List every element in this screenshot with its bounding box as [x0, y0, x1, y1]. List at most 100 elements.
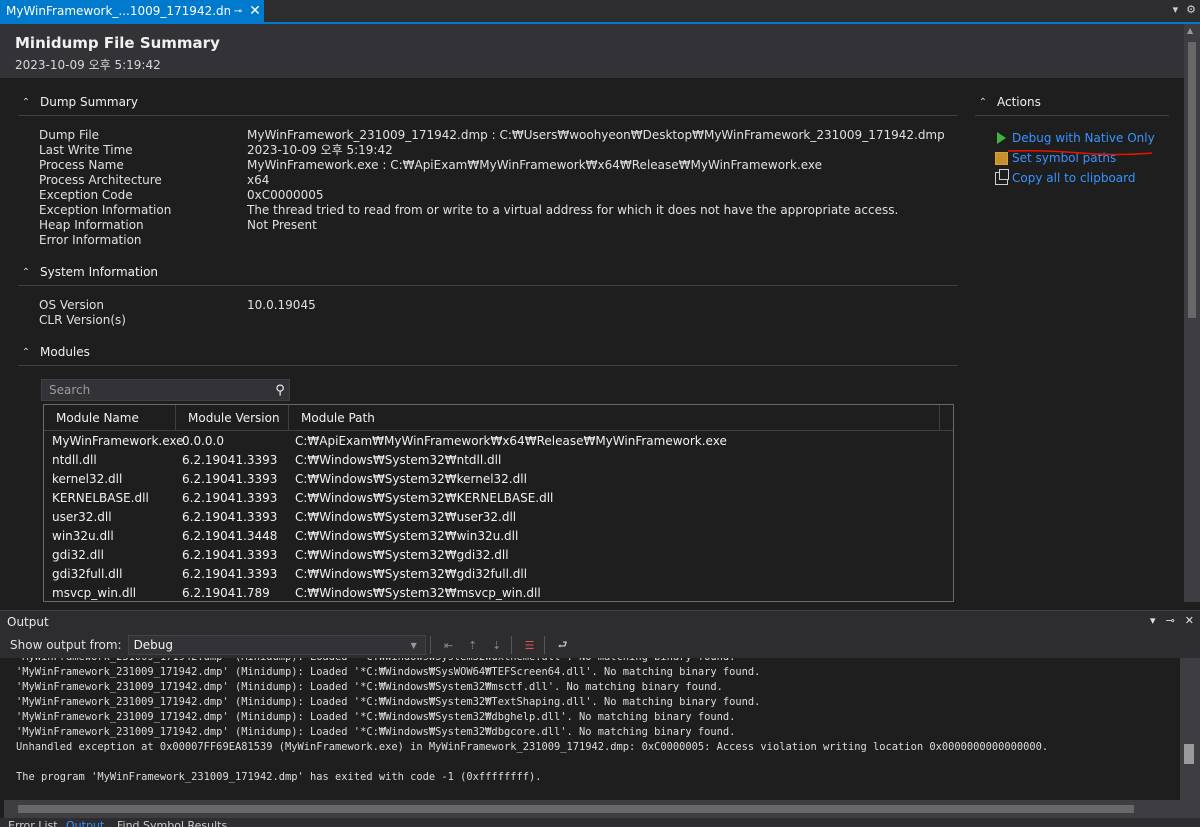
chevron-up-icon[interactable]: ⌃ — [977, 97, 989, 108]
module-name-cell: user32.dll — [52, 509, 112, 524]
module-name-cell: win32u.dll — [52, 528, 114, 543]
section-actions[interactable]: ⌃ Actions — [977, 95, 1041, 109]
module-name-cell: ntdll.dll — [52, 452, 97, 467]
pin-icon[interactable]: ⊸ — [230, 6, 246, 17]
info-value: Not Present — [247, 218, 317, 232]
next-message-icon[interactable]: ⇣ — [487, 636, 507, 654]
clear-all-icon[interactable]: ☰ — [520, 636, 540, 654]
modules-grid-header: Module Name Module Version Module Path — [44, 405, 953, 431]
tab-overflow-icon[interactable]: ▾ — [1173, 3, 1179, 16]
module-path-cell: C:₩ApiExam₩MyWinFramework₩x64₩Release₩My… — [295, 433, 727, 448]
main-scrollbar[interactable]: ▲ — [1184, 24, 1200, 602]
tab-error-list[interactable]: Error List — [8, 819, 58, 827]
module-version-cell: 0.0.0.0 — [182, 433, 224, 448]
section-dump-summary[interactable]: ⌃ Dump Summary — [20, 95, 138, 109]
chevron-up-icon[interactable]: ⌃ — [20, 347, 32, 358]
close-icon[interactable]: ✕ — [246, 3, 264, 19]
info-row: CLR Version(s) — [39, 313, 316, 328]
table-row[interactable]: win32u.dll 6.2.19041.3448 C:₩Windows₩Syste… — [44, 526, 953, 545]
copy-to-clipboard-link[interactable]: Copy all to clipboard — [995, 168, 1136, 185]
info-key: Process Architecture — [39, 173, 162, 187]
column-header-module-path[interactable]: Module Path — [289, 405, 940, 430]
copy-icon — [995, 168, 1009, 185]
table-row[interactable]: KERNELBASE.dll 6.2.19041.3393 C:₩Windows₩S… — [44, 488, 953, 507]
window-position-icon[interactable]: ▾ — [1150, 614, 1156, 627]
info-value: 0xC0000005 — [247, 188, 324, 202]
output-source-select[interactable]: Debug ▼ — [127, 635, 426, 655]
module-path-cell: C:₩Windows₩System32₩user32.dll — [295, 509, 517, 524]
red-annotation-underline — [1007, 149, 1153, 156]
close-icon[interactable]: ✕ — [1185, 614, 1194, 627]
section-title: System Information — [40, 265, 159, 279]
info-value: 2023-10-09 오후 5:19:42 — [247, 143, 393, 157]
modules-grid[interactable]: Module Name Module Version Module Path M… — [43, 404, 954, 602]
section-title: Modules — [40, 345, 90, 359]
chevron-down-icon[interactable]: ▼ — [411, 641, 425, 650]
tab-dump-file[interactable]: MyWinFramework_...1009_171942.dmp ⊸ ✕ — [0, 0, 264, 22]
find-message-icon[interactable]: ⇤ — [439, 636, 459, 654]
gear-icon[interactable]: ⚙ — [1186, 3, 1196, 16]
search-icon[interactable]: ⚲ — [271, 383, 289, 398]
table-row[interactable]: MyWinFramework.exe 0.0.0.0 C:₩ApiExam₩MyWi… — [44, 431, 953, 450]
debug-native-only-link[interactable]: Debug with Native Only — [995, 131, 1155, 145]
output-line: Unhandled exception at 0x00007FF69EA8153… — [16, 741, 1049, 753]
info-key: Heap Information — [39, 218, 144, 232]
table-row[interactable]: gdi32.dll 6.2.19041.3393 C:₩Windows₩System… — [44, 545, 953, 564]
info-row: Dump File MyWinFramework_231009_171942.dm… — [39, 128, 945, 143]
word-wrap-icon[interactable]: ⮐ — [553, 636, 573, 654]
page-subtitle: 2023-10-09 오후 5:19:42 — [15, 58, 161, 72]
tab-output[interactable]: Output — [66, 819, 104, 827]
output-line: 'MyWinFramework_231009_171942.dmp' (Mini… — [16, 726, 736, 738]
column-header-module-version[interactable]: Module Version — [176, 405, 289, 430]
scrollbar-thumb[interactable] — [18, 805, 1134, 813]
table-row[interactable]: msvcp_win.dll 6.2.19041.789 C:₩Windows₩Sys… — [44, 583, 953, 601]
section-system-information[interactable]: ⌃ System Information — [20, 265, 158, 279]
scrollbar-thumb[interactable] — [1184, 744, 1194, 764]
output-line: 'MyWinFramework_231009_171942.dmp' (Mini… — [16, 696, 761, 708]
output-toolbar: Show output from: Debug ▼ ⇤ ⇡ ⇣ ☰ ⮐ — [0, 632, 1200, 658]
dump-summary-table: Dump File MyWinFramework_231009_171942.dm… — [39, 128, 945, 248]
module-name-cell: gdi32.dll — [52, 547, 104, 562]
output-text-area[interactable]: 'MyWinFramework_231009_171942.dmp' (Mini… — [4, 658, 1180, 800]
info-key: Exception Information — [39, 203, 172, 217]
search-input[interactable] — [47, 382, 271, 398]
output-source-value: Debug — [133, 638, 174, 652]
section-modules[interactable]: ⌃ Modules — [20, 345, 90, 359]
summary-header: Minidump File Summary 2023-10-09 오후 5:19… — [0, 24, 1184, 78]
output-vertical-scrollbar[interactable] — [1180, 658, 1200, 800]
info-key: Exception Code — [39, 188, 133, 202]
scrollbar-thumb[interactable] — [1188, 42, 1196, 318]
module-path-cell: C:₩Windows₩System32₩kernel32.dll — [295, 471, 527, 486]
output-horizontal-scrollbar[interactable] — [4, 800, 1200, 818]
play-icon — [995, 131, 1008, 145]
module-name-cell: kernel32.dll — [52, 471, 123, 486]
section-title: Actions — [997, 95, 1041, 109]
pin-icon[interactable]: ⊸ — [1166, 614, 1175, 627]
table-row[interactable]: gdi32full.dll 6.2.19041.3393 C:₩Windows₩Sy… — [44, 564, 953, 583]
module-search-box[interactable]: ⚲ — [41, 379, 290, 401]
system-info-table: OS Version 10.0.19045 CLR Version(s) — [39, 298, 316, 328]
action-label: Debug with Native Only — [1012, 131, 1155, 145]
module-name-cell: gdi32full.dll — [52, 566, 123, 581]
column-header-module-name[interactable]: Module Name — [44, 405, 176, 430]
toolbar-separator — [543, 636, 545, 654]
info-row: Exception Code 0xC0000005 — [39, 188, 945, 203]
table-row[interactable]: ntdll.dll 6.2.19041.3393 C:₩Windows₩System… — [44, 450, 953, 469]
module-version-cell: 6.2.19041.3393 — [182, 452, 278, 467]
module-version-cell: 6.2.19041.3393 — [182, 547, 278, 562]
table-row[interactable]: kernel32.dll 6.2.19041.3393 C:₩Windows₩Sys… — [44, 469, 953, 488]
chevron-up-icon[interactable]: ⌃ — [20, 97, 32, 108]
info-value: 10.0.19045 — [247, 298, 316, 312]
scroll-up-icon[interactable]: ▲ — [1187, 26, 1193, 35]
tab-find-symbol-results[interactable]: Find Symbol Results — [117, 819, 227, 827]
info-value: MyWinFramework.exe : C:₩ApiExam₩MyWinFra… — [247, 158, 823, 172]
previous-message-icon[interactable]: ⇡ — [463, 636, 483, 654]
table-row[interactable]: user32.dll 6.2.19041.3393 C:₩Windows₩Syste… — [44, 507, 953, 526]
chevron-up-icon[interactable]: ⌃ — [20, 267, 32, 278]
module-version-cell: 6.2.19041.3393 — [182, 490, 278, 505]
info-row: Heap Information Not Present — [39, 218, 945, 233]
document-tab-strip: MyWinFramework_...1009_171942.dmp ⊸ ✕ ▾ … — [0, 0, 1200, 24]
info-row: OS Version 10.0.19045 — [39, 298, 316, 313]
module-path-cell: C:₩Windows₩System32₩gdi32full.dll — [295, 566, 528, 581]
module-name-cell: KERNELBASE.dll — [52, 490, 149, 505]
